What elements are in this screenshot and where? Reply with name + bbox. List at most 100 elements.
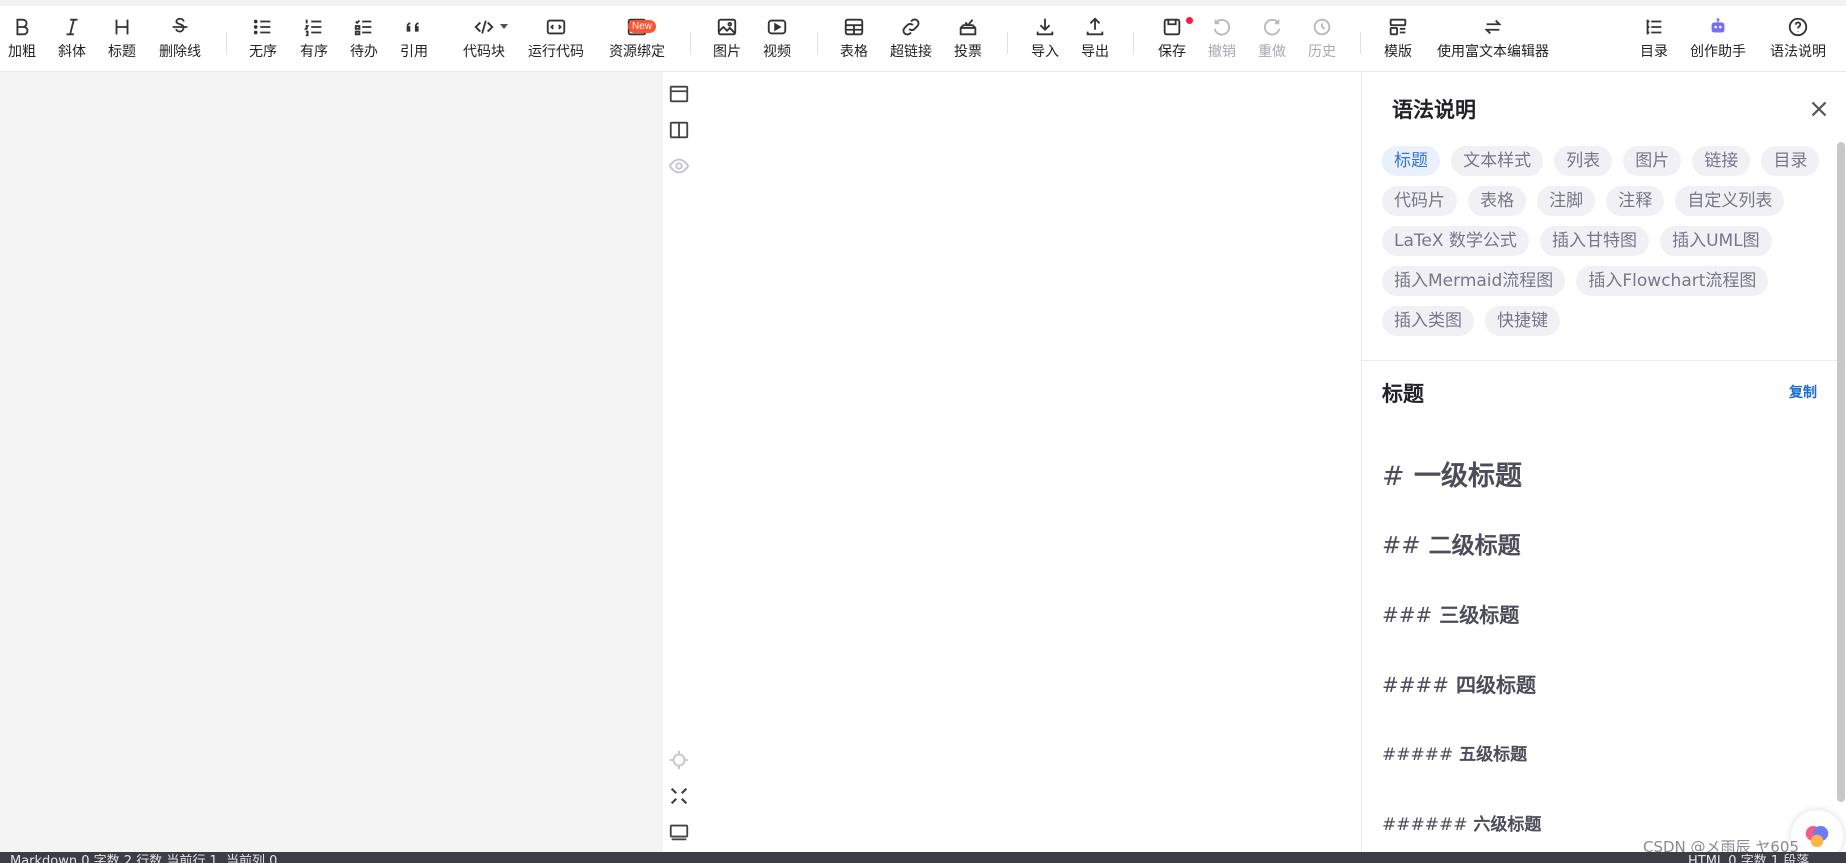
bold-icon xyxy=(8,13,36,41)
preview-eye-icon[interactable] xyxy=(667,154,691,178)
markdown-stats: Markdown 0 字数 2 行数 当前行 1, 当前列 0 xyxy=(10,854,278,863)
table-label: 表格 xyxy=(840,44,868,60)
heading-text: 六级标题 xyxy=(1473,815,1542,835)
table-button[interactable]: 表格 xyxy=(838,13,870,69)
status-bar: Markdown 0 字数 2 行数 当前行 1, 当前列 0 HTML 0 字… xyxy=(0,852,1846,863)
resource-bind-button[interactable]: New 资源绑定 xyxy=(606,13,668,69)
save-icon xyxy=(1158,13,1186,41)
heading-mark: #### xyxy=(1382,673,1450,697)
redo-icon xyxy=(1258,13,1286,41)
panel-scrollbar[interactable] xyxy=(1837,142,1845,802)
template-label: 模版 xyxy=(1384,44,1412,60)
tag-toc[interactable]: 目录 xyxy=(1761,146,1820,176)
hyperlink-button[interactable]: 超链接 xyxy=(887,13,935,69)
new-badge: New xyxy=(628,20,657,33)
tag-class-diagram[interactable]: 插入类图 xyxy=(1382,306,1474,336)
vote-button[interactable]: 投票 xyxy=(952,13,984,69)
todo-list-button[interactable]: 待办 xyxy=(348,13,380,69)
brain-icon xyxy=(1805,826,1829,848)
close-icon[interactable] xyxy=(1806,96,1832,122)
rich-text-editor-label: 使用富文本编辑器 xyxy=(1437,44,1549,60)
template-button[interactable]: 模版 xyxy=(1382,13,1414,69)
save-label: 保存 xyxy=(1158,44,1186,60)
heading-mark: ## xyxy=(1382,533,1421,559)
toolbar-separator xyxy=(1133,32,1134,54)
copy-button[interactable]: 复制 xyxy=(1789,382,1817,402)
tag-table[interactable]: 表格 xyxy=(1468,186,1527,216)
tag-shortcuts[interactable]: 快捷键 xyxy=(1485,306,1561,336)
quote-button[interactable]: 引用 xyxy=(398,13,430,69)
tag-link[interactable]: 链接 xyxy=(1692,146,1751,176)
display-icon[interactable] xyxy=(667,820,691,844)
split-view-icon[interactable] xyxy=(667,118,691,142)
run-code-button[interactable]: 运行代码 xyxy=(526,13,586,69)
template-icon xyxy=(1384,13,1412,41)
quote-icon xyxy=(400,13,428,41)
link-icon xyxy=(897,13,925,41)
tag-latex[interactable]: LaTeX 数学公式 xyxy=(1382,226,1529,256)
syntax-help-button[interactable]: 语法说明 xyxy=(1766,13,1830,69)
upload-icon xyxy=(1081,13,1109,41)
italic-label: 斜体 xyxy=(58,44,86,60)
tag-heading[interactable]: 标题 xyxy=(1382,146,1440,176)
undo-label: 撤销 xyxy=(1208,44,1236,60)
tag-flowchart[interactable]: 插入Flowchart流程图 xyxy=(1576,266,1769,296)
assistant-button[interactable]: 创作助手 xyxy=(1686,13,1750,69)
tag-code-snippet[interactable]: 代码片 xyxy=(1382,186,1457,216)
panel-title: 语法说明 xyxy=(1392,98,1476,122)
tag-footnote[interactable]: 注脚 xyxy=(1537,186,1596,216)
tag-gantt[interactable]: 插入甘特图 xyxy=(1540,226,1649,256)
heading-text: 四级标题 xyxy=(1456,673,1536,697)
tag-custom-list[interactable]: 自定义列表 xyxy=(1675,186,1785,216)
tag-list[interactable]: 列表 xyxy=(1554,146,1613,176)
tag-mermaid[interactable]: 插入Mermaid流程图 xyxy=(1382,266,1566,296)
heading-example-h4: #### 四级标题 xyxy=(1382,669,1536,698)
hyperlink-label: 超链接 xyxy=(890,44,932,60)
editor-only-icon[interactable] xyxy=(667,82,691,106)
bold-button[interactable]: 加粗 xyxy=(6,13,38,69)
heading-label: 标题 xyxy=(108,44,136,60)
unordered-list-button[interactable]: 无序 xyxy=(247,13,279,69)
chevron-down-icon[interactable] xyxy=(500,24,508,29)
quote-label: 引用 xyxy=(400,44,428,60)
divider xyxy=(1362,360,1846,361)
heading-example-h3: ### 三级标题 xyxy=(1382,599,1519,628)
video-label: 视频 xyxy=(763,44,791,60)
video-button[interactable]: 视频 xyxy=(761,13,793,69)
strikethrough-label: 删除线 xyxy=(159,44,201,60)
fullscreen-icon[interactable] xyxy=(667,784,691,808)
code-block-button[interactable]: 代码块 xyxy=(454,13,514,69)
tag-comment[interactable]: 注释 xyxy=(1606,186,1665,216)
italic-button[interactable]: 斜体 xyxy=(56,13,88,69)
toolbar-separator xyxy=(690,32,691,54)
sync-scroll-icon[interactable] xyxy=(667,748,691,772)
image-icon xyxy=(713,13,741,41)
table-icon xyxy=(840,13,868,41)
tag-text-style[interactable]: 文本样式 xyxy=(1451,146,1544,176)
save-button[interactable]: 保存 xyxy=(1156,13,1193,69)
todo-list-label: 待办 xyxy=(350,44,378,60)
tag-image[interactable]: 图片 xyxy=(1623,146,1682,176)
syntax-help-label: 语法说明 xyxy=(1770,44,1826,60)
checklist-icon xyxy=(350,13,378,41)
redo-button[interactable]: 重做 xyxy=(1256,13,1288,69)
undo-button[interactable]: 撤销 xyxy=(1206,13,1238,69)
undo-icon xyxy=(1208,13,1236,41)
heading-example-h6: ###### 六级标题 xyxy=(1382,810,1541,835)
rich-text-editor-button[interactable]: 使用富文本编辑器 xyxy=(1432,13,1554,69)
html-stats: HTML 0 字数 1 段落 xyxy=(1688,854,1810,863)
ordered-list-button[interactable]: 有序 xyxy=(298,13,330,69)
toolbar-separator xyxy=(817,32,818,54)
image-button[interactable]: 图片 xyxy=(711,13,743,69)
strikethrough-button[interactable]: 删除线 xyxy=(156,13,204,69)
import-button[interactable]: 导入 xyxy=(1029,13,1061,69)
heading-mark: ##### xyxy=(1382,745,1454,765)
heading-button[interactable]: 标题 xyxy=(106,13,138,69)
vote-icon xyxy=(954,13,982,41)
markdown-editor[interactable] xyxy=(0,72,663,852)
tag-uml[interactable]: 插入UML图 xyxy=(1660,226,1772,256)
markdown-preview xyxy=(695,72,1361,852)
history-button[interactable]: 历史 xyxy=(1306,13,1338,69)
toc-button[interactable]: 目录 xyxy=(1638,13,1670,69)
export-button[interactable]: 导出 xyxy=(1079,13,1111,69)
